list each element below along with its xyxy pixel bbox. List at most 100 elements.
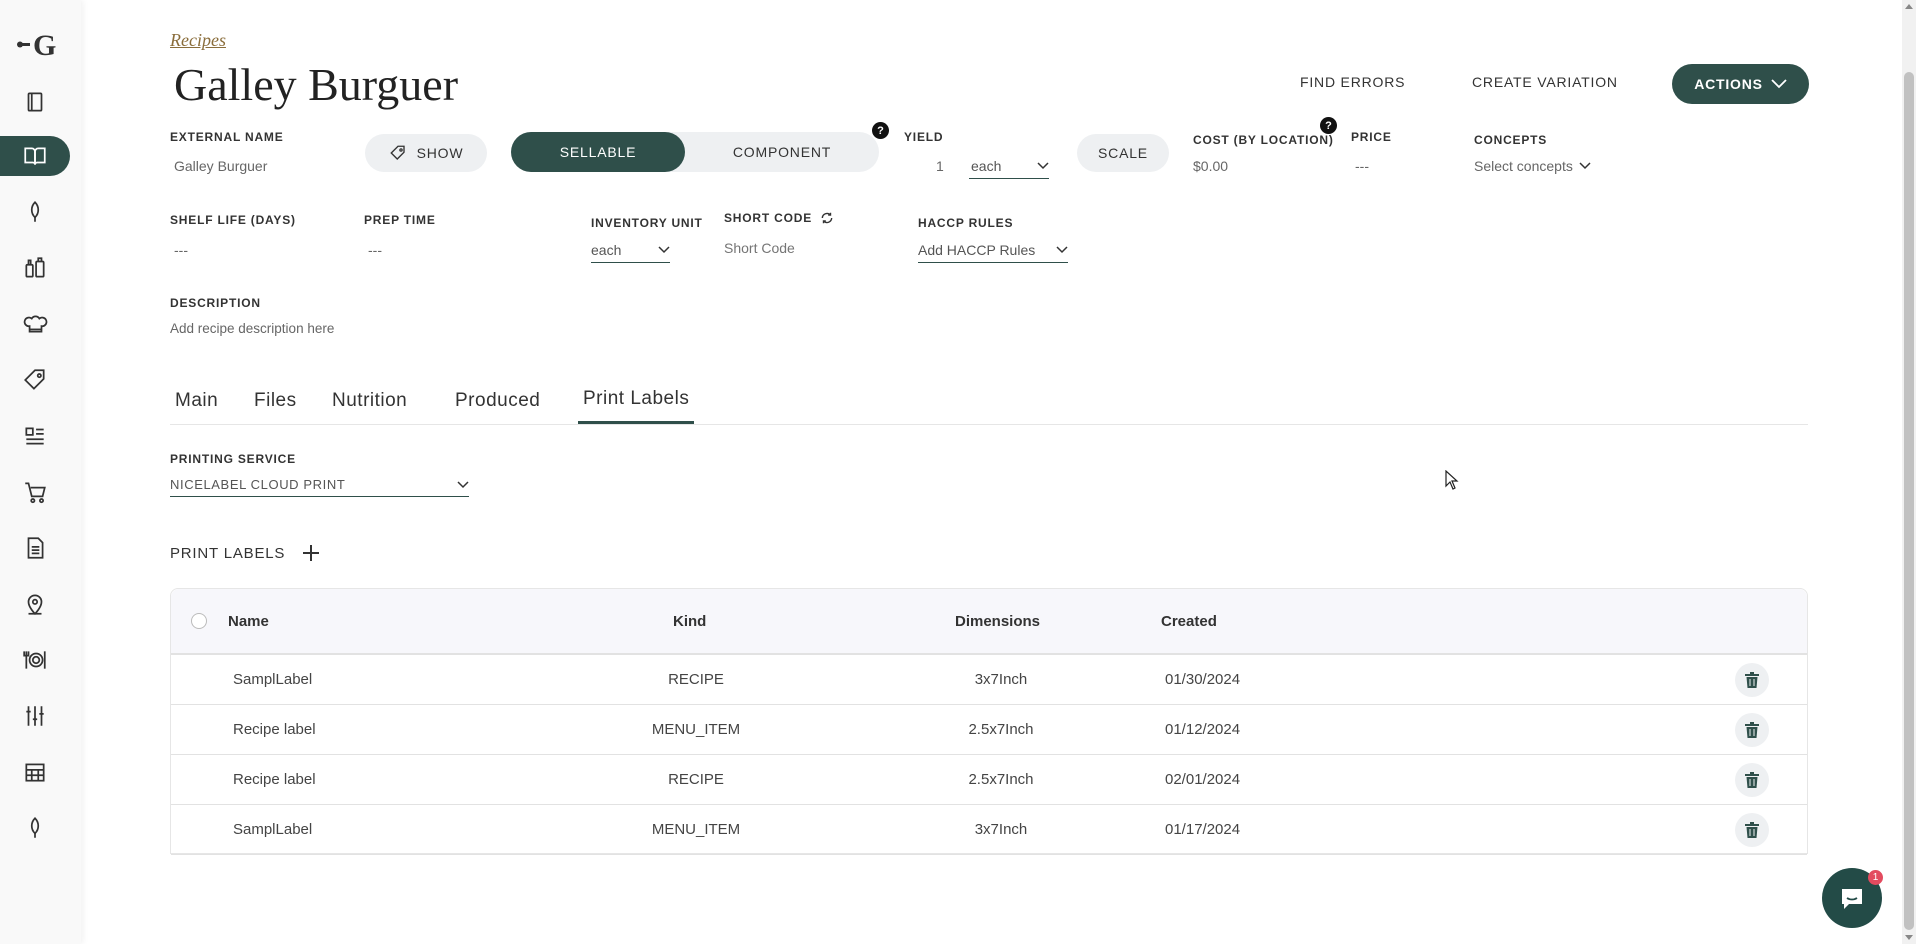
row-dimensions: 3x7Inch [974,821,1028,838]
tab-produced[interactable]: Produced [455,390,540,412]
table-row[interactable]: Recipe label MENU_ITEM 2.5x7Inch 01/12/2… [171,705,1807,755]
actions-button[interactable]: ACTIONS [1672,64,1809,104]
chat-unread-badge: 1 [1868,870,1883,885]
row-kind: RECIPE [668,771,724,788]
chef-hat-icon [23,315,48,333]
scroll-up-arrow-icon[interactable] [1905,4,1913,9]
yield-label: YIELD [904,130,944,144]
tab-main[interactable]: Main [175,390,218,412]
description-label: DESCRIPTION [170,296,261,310]
sidebar-item-prep[interactable] [0,304,70,344]
column-name[interactable]: Name [228,613,269,630]
cost-help-icon[interactable]: ? [1320,117,1337,134]
price-field[interactable]: --- [1355,158,1369,174]
table-row[interactable]: Recipe label RECIPE 2.5x7Inch 02/01/2024 [171,755,1807,805]
leaf-icon [30,817,40,838]
actions-label: ACTIONS [1694,76,1763,92]
trash-icon [1745,672,1759,688]
row-kind: RECIPE [668,671,724,688]
open-book-icon [24,147,46,165]
create-variation-button[interactable]: CREATE VARIATION [1472,74,1618,90]
table-row[interactable]: SamplLabel MENU_ITEM 3x7Inch 01/17/2024 [171,805,1807,855]
show-label: SHOW [416,145,464,161]
tab-print-labels[interactable]: Print Labels [578,388,695,424]
external-name-field[interactable]: Galley Burguer [174,158,267,174]
cart-icon [25,482,46,504]
component-help-icon[interactable]: ? [872,122,889,139]
delete-button[interactable] [1735,763,1769,797]
delete-button[interactable] [1735,713,1769,747]
sidebar-item-schedule[interactable] [0,752,70,792]
row-dimensions: 3x7Inch [974,671,1028,688]
tab-files[interactable]: Files [254,390,297,412]
haccp-rules-select[interactable]: Add HACCP Rules [918,242,1068,263]
leaf-icon [30,201,40,222]
table-row[interactable]: SamplLabel RECIPE 3x7Inch 01/30/2024 [171,655,1807,705]
print-labels-table: Name Kind Dimensions Created SamplLabel … [170,588,1808,855]
mouse-cursor-icon [1445,470,1459,490]
sidebar-item-locations[interactable] [0,584,70,624]
prep-time-label: PREP TIME [364,213,436,227]
printing-service-select[interactable]: NICELABEL CLOUD PRINT [170,477,469,497]
column-dimensions[interactable]: Dimensions [955,613,1040,630]
concepts-select[interactable]: Select concepts [1474,158,1591,174]
chevron-down-icon [1771,79,1787,89]
row-dimensions: 2.5x7Inch [968,771,1034,788]
column-kind[interactable]: Kind [673,613,706,630]
add-icon[interactable] [301,543,321,563]
trash-icon [1745,722,1759,738]
sidebar-item-settings[interactable] [0,696,70,736]
tab-nutrition[interactable]: Nutrition [332,390,407,412]
description-field[interactable]: Add recipe description here [170,321,334,336]
delete-button[interactable] [1735,663,1769,697]
short-code-input[interactable] [724,240,854,256]
svg-text:G: G [33,29,56,62]
print-labels-title: PRINT LABELS [170,544,286,562]
sidebar-item-pricing[interactable] [0,360,70,400]
book-stack-icon [27,92,43,112]
dish-icon [23,651,46,669]
sidebar-item-recipes[interactable] [0,136,70,176]
scroll-thumb[interactable] [1904,72,1914,930]
yield-unit-select[interactable]: each [969,158,1049,179]
price-label: PRICE [1351,130,1392,144]
table-header: Name Kind Dimensions Created [171,589,1807,655]
app-logo[interactable]: G [14,24,69,64]
delete-button[interactable] [1735,813,1769,847]
sidebar-item-reports[interactable] [0,528,70,568]
sidebar-item-sustainability[interactable] [0,808,70,848]
map-pin-icon [27,594,43,615]
column-created[interactable]: Created [1161,613,1217,630]
component-option[interactable]: COMPONENT [685,132,879,172]
prep-time-field[interactable]: --- [368,242,382,258]
row-dimensions: 2.5x7Inch [968,721,1034,738]
row-created: 01/12/2024 [1165,721,1241,738]
scale-button[interactable]: SCALE [1077,134,1169,172]
sidebar-item-products[interactable] [0,248,70,288]
sellable-option[interactable]: SELLABLE [511,132,685,172]
sidebar-item-menus[interactable] [0,640,70,680]
select-all-checkbox[interactable] [191,613,207,629]
vertical-scrollbar[interactable] [1902,0,1916,944]
shelf-life-field[interactable]: --- [174,242,188,258]
breadcrumb-recipes[interactable]: Recipes [170,30,226,51]
inventory-unit-select[interactable]: each [591,242,670,263]
refresh-icon[interactable] [820,211,834,225]
chevron-down-icon [457,480,469,488]
show-button[interactable]: SHOW [365,134,487,172]
chevron-down-icon [658,246,670,254]
sidebar-item-ingredients[interactable] [0,192,70,232]
yield-quantity-field[interactable]: 1 [936,158,944,174]
shelf-life-label: SHELF LIFE (DAYS) [170,213,296,227]
sidebar: G [0,0,81,944]
sidebar-item-inventory[interactable] [0,82,70,122]
concepts-label: CONCEPTS [1474,133,1548,147]
printing-service-label: PRINTING SERVICE [170,452,296,466]
concepts-value: Select concepts [1474,158,1573,174]
sidebar-item-orders[interactable] [0,472,70,512]
find-errors-button[interactable]: FIND ERRORS [1300,74,1405,90]
scroll-down-arrow-icon[interactable] [1905,935,1913,940]
haccp-rules-label: HACCP RULES [918,216,1014,230]
row-created: 02/01/2024 [1165,771,1241,788]
sidebar-item-checklists[interactable] [0,416,70,456]
